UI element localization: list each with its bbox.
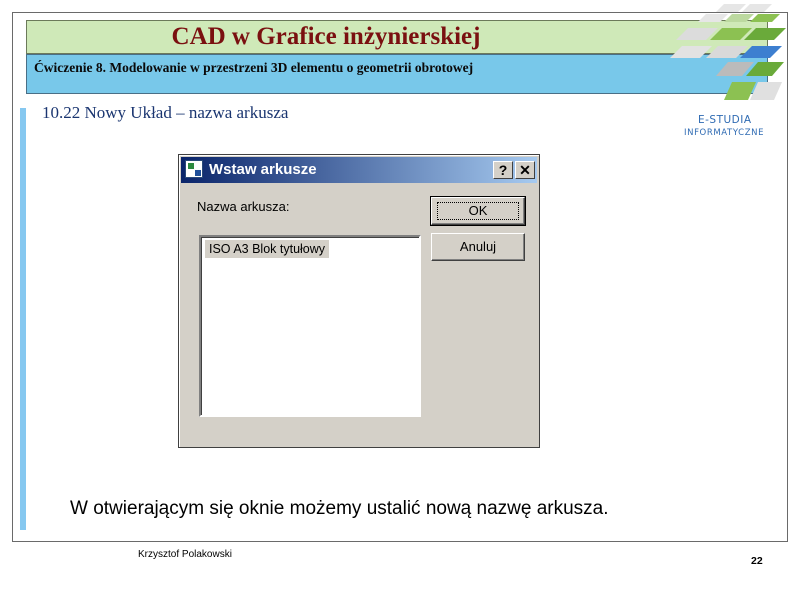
logo-text-primary: E-STUDIA [698, 114, 752, 126]
dialog-title: Wstaw arkusze [209, 161, 317, 178]
close-button[interactable]: ✕ [515, 161, 535, 179]
section-title: 10.22 Nowy Układ – nazwa arkusza [42, 103, 289, 122]
dialog-titlebar[interactable]: Wstaw arkusze ? ✕ [181, 157, 537, 183]
help-button[interactable]: ? [493, 161, 513, 179]
body-text: W otwierającym się oknie możemy ustalić … [70, 498, 609, 519]
list-item[interactable]: ISO A3 Blok tytułowy [205, 240, 330, 258]
sheet-name-label: Nazwa arkusza: [197, 199, 290, 214]
e-studia-logo-icon [670, 4, 786, 100]
footer-author: Krzysztof Polakowski [138, 549, 232, 560]
cancel-button-label: Anuluj [459, 239, 497, 254]
application-icon [185, 160, 203, 178]
focus-rectangle [437, 202, 519, 220]
ok-button[interactable]: OK [430, 196, 526, 226]
sheet-name-list[interactable]: ISO A3 Blok tytułowy [199, 235, 421, 417]
left-accent-bar [20, 108, 26, 530]
page-number: 22 [751, 555, 763, 567]
logo-text-secondary: INFORMATYCZNE [684, 128, 765, 138]
slide-subtitle: Ćwiczenie 8. Modelowanie w przestrzeni 3… [34, 60, 474, 75]
slide-title: CAD w Grafice inżynierskiej [171, 23, 481, 50]
insert-sheet-dialog: Wstaw arkusze ? ✕ Nazwa arkusza: ISO A3 … [178, 154, 540, 448]
cancel-button[interactable]: Anuluj [431, 233, 525, 261]
